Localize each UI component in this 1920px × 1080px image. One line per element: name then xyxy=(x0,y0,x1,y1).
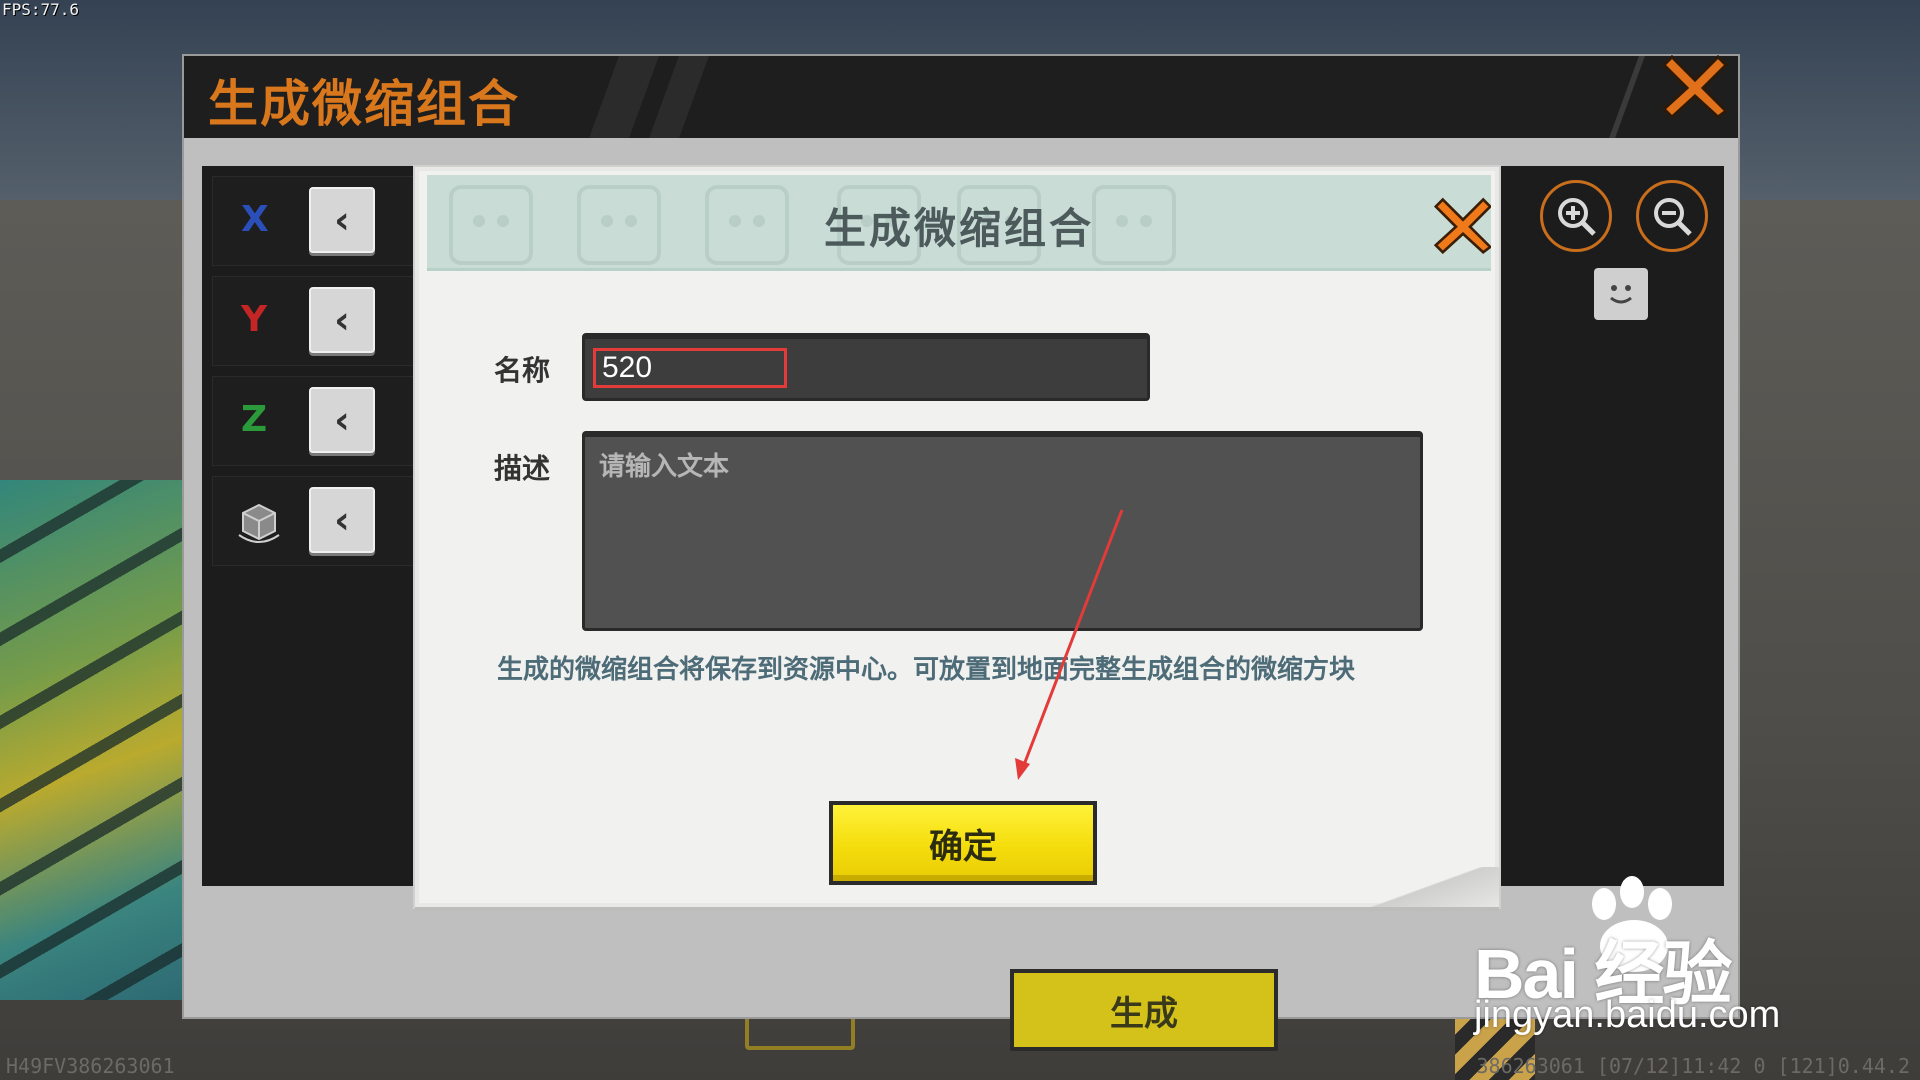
footer-id-left: H49FV386263061 xyxy=(6,1054,175,1078)
axis-row-rotate: ‹ xyxy=(212,476,422,566)
description-field[interactable]: 请输入文本 xyxy=(582,431,1423,631)
close-x-icon xyxy=(1662,54,1728,119)
footer-id-right: 386263061 [07/12]11:42 0 [121]0.44.2 xyxy=(1476,1054,1910,1078)
axis-row-y: Y ‹ xyxy=(212,276,422,366)
zoom-out-icon xyxy=(1654,198,1692,236)
name-label: 名称 xyxy=(494,354,551,387)
baidu-url: jingyan.baidu.com xyxy=(1474,994,1781,1036)
description-label: 描述 xyxy=(494,452,551,485)
x-decrease-button[interactable]: ‹ xyxy=(309,187,375,253)
zoom-in-button[interactable] xyxy=(1540,180,1612,252)
axis-label-z: Z xyxy=(241,399,268,440)
back-panel-header: 生成微缩组合 xyxy=(184,54,1738,138)
axis-label-y: Y xyxy=(241,299,268,340)
axis-row-x: X ‹ xyxy=(212,176,422,266)
generate-dialog: 生成微缩组合 名称 520 描述 请输入文本 生成的微缩组合将保存到资源中心。可… xyxy=(415,167,1499,907)
smiley-icon xyxy=(1594,268,1648,320)
rotate-decrease-button[interactable]: ‹ xyxy=(309,487,375,553)
dialog-header: 生成微缩组合 xyxy=(427,175,1491,271)
confirm-button[interactable]: 确定 xyxy=(829,801,1097,885)
rotate-cube-icon xyxy=(235,499,283,551)
axis-label-x: X xyxy=(241,199,269,240)
baidu-watermark: Bai 经验 jingyan.baidu.com xyxy=(1470,872,1830,1042)
back-close-button[interactable] xyxy=(1660,46,1730,126)
name-field[interactable]: 520 xyxy=(582,333,1150,401)
name-value: 520 xyxy=(593,348,787,388)
z-decrease-button[interactable]: ‹ xyxy=(309,387,375,453)
zoom-out-button[interactable] xyxy=(1636,180,1708,252)
world-blocks xyxy=(0,480,190,1000)
close-x-icon xyxy=(1434,197,1491,254)
save-hint-text: 生成的微缩组合将保存到资源中心。可放置到地面完整生成组合的微缩方块 xyxy=(497,655,1356,685)
y-decrease-button[interactable]: ‹ xyxy=(309,287,375,353)
generate-button[interactable]: 生成 xyxy=(1010,969,1278,1051)
axis-row-z: Z ‹ xyxy=(212,376,422,466)
dialog-close-button[interactable] xyxy=(1431,193,1491,257)
back-panel-title: 生成微缩组合 xyxy=(208,75,520,133)
description-placeholder: 请输入文本 xyxy=(599,452,730,482)
zoom-in-icon xyxy=(1558,198,1596,236)
fps-counter: FPS:77.6 xyxy=(2,0,80,19)
dialog-title: 生成微缩组合 xyxy=(823,204,1094,253)
